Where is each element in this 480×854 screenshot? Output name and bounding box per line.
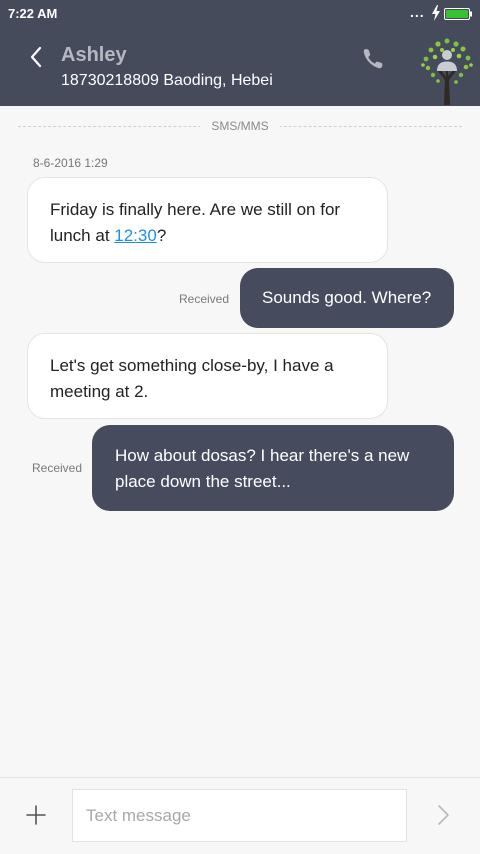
charging-bolt-icon — [432, 5, 440, 21]
message-text: ? — [156, 226, 167, 245]
conversation-header: Ashley 18730218809 Baoding, Hebei — [0, 28, 480, 106]
plus-icon — [26, 805, 46, 825]
back-button[interactable] — [24, 44, 50, 70]
chevron-right-icon — [438, 805, 449, 825]
attach-button[interactable] — [26, 805, 46, 825]
contact-avatar[interactable] — [418, 35, 476, 105]
contact-number-location: 18730218809 Baoding, Hebei — [61, 72, 273, 89]
message-bubble-incoming[interactable]: Let's get something close-by, I have a m… — [27, 333, 388, 419]
message-time-link[interactable]: 12:30 — [114, 226, 157, 245]
phone-icon — [363, 49, 383, 69]
status-overflow-dots: ... — [410, 4, 425, 20]
status-time: 7:22 AM — [8, 6, 58, 21]
message-bubble-incoming[interactable]: Friday is finally here. Are we still on … — [27, 177, 388, 263]
composer-bar — [0, 777, 480, 854]
channel-label: SMS/MMS — [200, 119, 280, 133]
message-text: Let's get something close-by, I have a m… — [50, 356, 334, 401]
tree-avatar-icon — [421, 38, 473, 105]
message-timestamp: 8-6-2016 1:29 — [33, 156, 108, 170]
message-text: Friday is finally here. Are we still on … — [50, 200, 341, 245]
send-button[interactable] — [435, 804, 451, 826]
message-text: Sounds good. Where? — [262, 288, 432, 307]
status-bar: 7:22 AM ... — [0, 0, 480, 28]
message-bubble-outgoing[interactable]: Sounds good. Where? — [240, 268, 454, 328]
delivery-status: Received — [32, 461, 83, 475]
delivery-status: Received — [179, 292, 230, 306]
contact-name[interactable]: Ashley — [61, 44, 127, 67]
message-input[interactable] — [72, 789, 407, 842]
message-text: How about dosas? I hear there's a new pl… — [115, 446, 410, 491]
chevron-left-icon — [30, 46, 42, 68]
message-bubble-outgoing[interactable]: How about dosas? I hear there's a new pl… — [92, 425, 454, 511]
call-button[interactable] — [360, 46, 386, 72]
battery-icon — [444, 8, 472, 20]
